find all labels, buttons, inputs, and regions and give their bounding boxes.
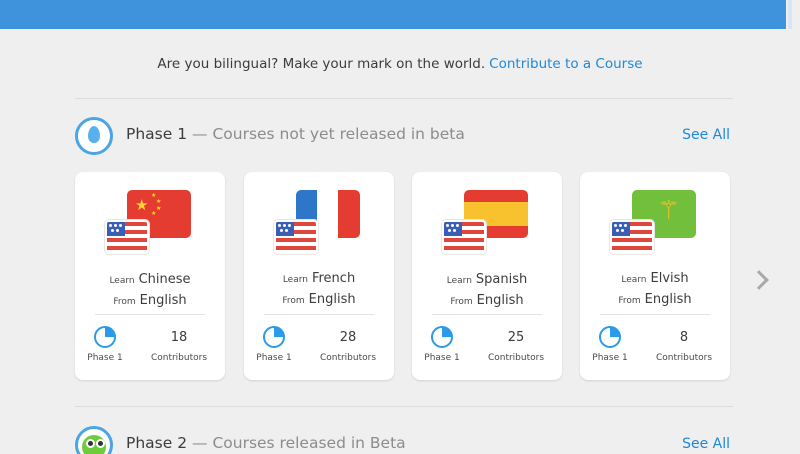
- phase-2-title: Phase 2 — Courses released in Beta: [126, 434, 406, 452]
- from-language: English: [644, 292, 692, 307]
- usa-flag: [274, 220, 318, 254]
- contribute-invite: Are you bilingual? Make your mark on the…: [0, 56, 800, 72]
- divider: [75, 98, 733, 99]
- learn-line: Learn Spanish: [412, 268, 562, 287]
- card-divider: [264, 314, 374, 315]
- egg-icon: [75, 117, 113, 155]
- flag-pair: ⚚: [610, 190, 696, 258]
- contributors-count: 8: [679, 330, 689, 345]
- see-all-link[interactable]: See All: [682, 436, 730, 452]
- learn-label: Learn: [282, 275, 308, 285]
- phase-1-header: Phase 1 — Courses not yet released in be…: [75, 117, 733, 157]
- card-divider: [600, 314, 710, 315]
- from-line: From English: [75, 289, 225, 308]
- contributors-count: 18: [170, 330, 188, 345]
- phase-title-label: Phase 1: [126, 125, 188, 143]
- top-nav-bar: [0, 0, 800, 29]
- flag-pair: [442, 190, 528, 258]
- card-divider: [432, 314, 542, 315]
- phase-label: Phase 1: [592, 353, 628, 363]
- invite-text: Are you bilingual? Make your mark on the…: [157, 56, 486, 72]
- contribute-link[interactable]: Contribute to a Course: [489, 56, 642, 72]
- chevron-right-icon[interactable]: [752, 268, 770, 296]
- phase-progress-icon: [94, 326, 116, 348]
- contributors-label: Contributors: [319, 353, 377, 363]
- course-card-elvish[interactable]: ⚚ Learn Elvish From English Phase 1 8 Cont…: [580, 172, 730, 380]
- contributors-count: 28: [339, 330, 357, 345]
- contributors-label: Contributors: [150, 353, 208, 363]
- from-label: From: [450, 297, 473, 307]
- learn-label: Learn: [621, 275, 647, 285]
- phase-progress-icon: [431, 326, 453, 348]
- phase-2-header: Phase 2 — Courses released in Beta See A…: [75, 426, 733, 454]
- card-divider: [95, 314, 205, 315]
- top-nav-sliver: [788, 0, 792, 29]
- from-label: From: [282, 296, 305, 306]
- phase-label: Phase 1: [424, 353, 460, 363]
- from-line: From English: [580, 288, 730, 307]
- phase-title-label: Phase 2: [126, 434, 188, 452]
- learn-line: Learn French: [244, 267, 394, 286]
- course-card-spanish[interactable]: Learn Spanish From English Phase 1 25 Cont…: [412, 172, 562, 380]
- flag-pair: ★ ★ ★ ★ ★: [105, 190, 191, 258]
- usa-flag: [610, 220, 654, 254]
- usa-flag: [105, 220, 149, 254]
- divider: [75, 406, 733, 407]
- learn-label: Learn: [109, 276, 135, 286]
- learn-label: Learn: [446, 276, 472, 286]
- from-language: English: [308, 292, 356, 307]
- see-all-link[interactable]: See All: [682, 127, 730, 143]
- phase-label: Phase 1: [87, 353, 123, 363]
- contributors-label: Contributors: [655, 353, 713, 363]
- phase-subtitle: — Courses not yet released in beta: [192, 125, 465, 143]
- phase-subtitle: — Courses released in Beta: [192, 434, 406, 452]
- phase-progress-icon: [599, 326, 621, 348]
- learn-language: Spanish: [475, 272, 528, 287]
- from-label: From: [618, 296, 641, 306]
- contributors-count: 25: [507, 330, 525, 345]
- learn-line: Learn Elvish: [580, 267, 730, 286]
- phase-label: Phase 1: [256, 353, 292, 363]
- owl-icon: [75, 426, 113, 454]
- contributors-label: Contributors: [487, 353, 545, 363]
- learn-language: Chinese: [138, 272, 191, 287]
- phase-1-title: Phase 1 — Courses not yet released in be…: [126, 125, 465, 143]
- learn-line: Learn Chinese: [75, 268, 225, 287]
- learn-language: French: [311, 271, 356, 286]
- course-card-chinese[interactable]: ★ ★ ★ ★ ★ Learn Chinese From English Phase…: [75, 172, 225, 380]
- from-line: From English: [412, 289, 562, 308]
- learn-language: Elvish: [650, 271, 689, 286]
- phase-progress-icon: [263, 326, 285, 348]
- from-label: From: [113, 297, 136, 307]
- from-language: English: [476, 293, 524, 308]
- flag-pair: [274, 190, 360, 258]
- from-language: English: [139, 293, 187, 308]
- usa-flag: [442, 220, 486, 254]
- course-card-french[interactable]: Learn French From English Phase 1 28 Contr…: [244, 172, 394, 380]
- from-line: From English: [244, 288, 394, 307]
